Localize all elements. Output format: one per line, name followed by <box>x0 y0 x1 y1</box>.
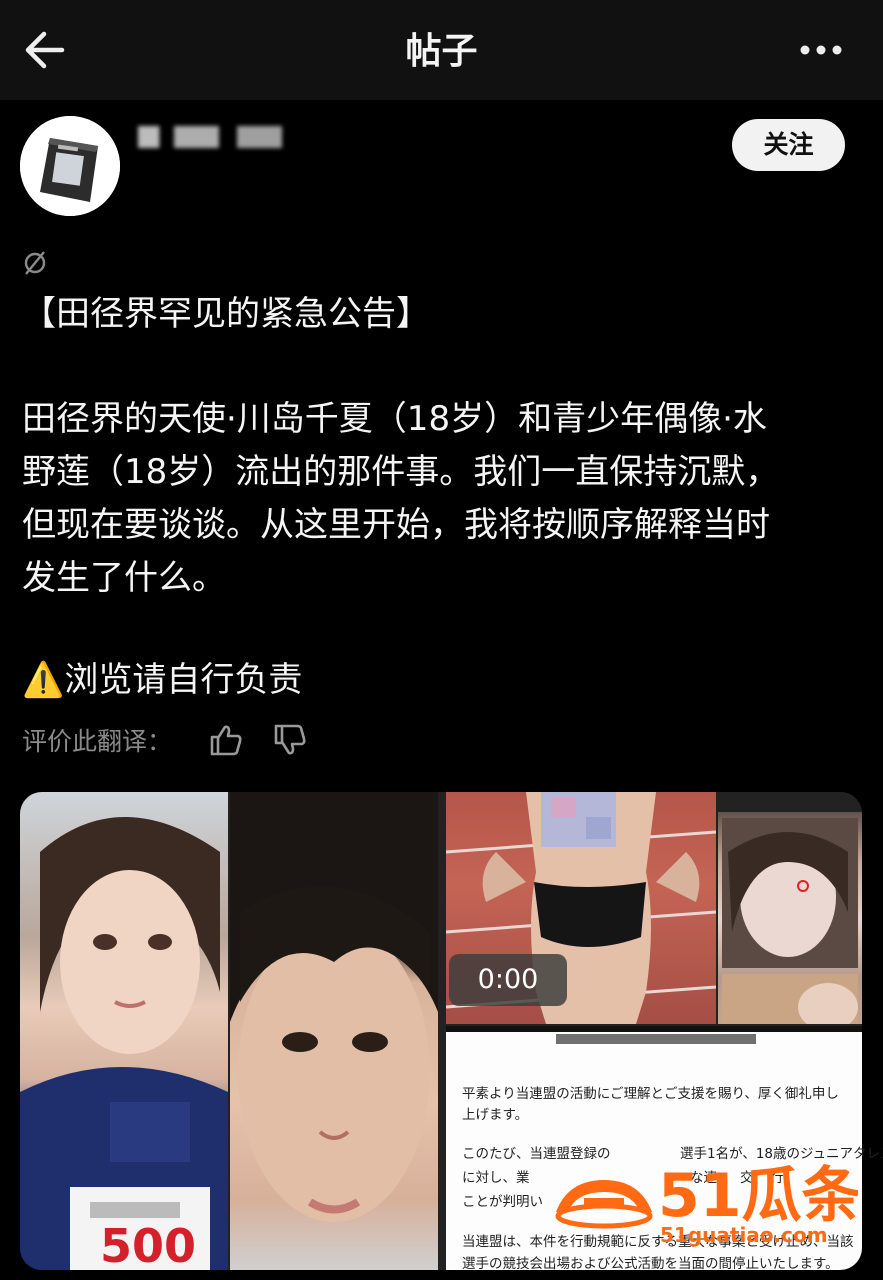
doc-line-7: 選手の競技会出場および公式活動を当面の間停止いたします。 <box>462 1256 839 1272</box>
translate-globe-icon <box>24 251 46 275</box>
thumbs-up-icon[interactable] <box>208 723 244 757</box>
more-dots-icon[interactable] <box>799 36 843 64</box>
watermark-logo: 51瓜条 51guatiao.com <box>555 1161 858 1247</box>
notebook-icon <box>20 116 120 216</box>
thumbs-down-icon[interactable] <box>272 723 308 757</box>
face-shapes <box>718 792 862 1031</box>
author-handle-redacted <box>138 168 358 194</box>
photo-idol-boy[interactable] <box>230 792 438 1270</box>
photo-blurred-face[interactable] <box>718 792 862 1031</box>
watermark-brand: 51瓜条 <box>658 1161 858 1231</box>
post-warning: ⚠️浏览请自行负责 <box>22 660 303 700</box>
post-body-line-1: 田径界的天使·川岛千夏（18岁）和青少年偶像·水 <box>22 399 767 439</box>
photo-boy-shapes <box>230 792 438 1222</box>
author-name-redacted <box>138 126 318 148</box>
photo-athlete-girl[interactable]: 500 <box>20 792 228 1270</box>
doc-line-1: 平素より当連盟の活動にご理解とご支援を賜り、厚く御礼申し <box>462 1086 839 1102</box>
post-headline: 【田径界罕见的紧急公告】 <box>22 294 430 334</box>
photo-girl-shapes: 500 <box>20 817 228 1270</box>
top-bar: 帖子 <box>0 0 883 100</box>
doc-line-2: 上げます。 <box>462 1107 529 1123</box>
watermark-url: 51guatiao.com <box>660 1223 828 1247</box>
video-duration: 0:00 <box>449 954 567 1006</box>
follow-button[interactable]: 关注 <box>732 119 845 171</box>
avatar[interactable] <box>20 116 120 216</box>
post-body-line-3: 但现在要谈谈。从这里开始，我将按顺序解释当时 <box>22 505 770 545</box>
post-body-line-2: 野莲（18岁）流出的那件事。我们一直保持沉默， <box>22 452 780 492</box>
doc-line-4: に対し、業 <box>462 1170 530 1186</box>
doc-line-5: ことが判明い <box>462 1194 543 1210</box>
svg-text:500: 500 <box>100 1219 196 1270</box>
page-title: 帖子 <box>405 31 478 72</box>
post-body-line-4: 发生了什么。 <box>22 558 226 598</box>
rate-translation-label: 评价此翻译： <box>22 727 173 756</box>
